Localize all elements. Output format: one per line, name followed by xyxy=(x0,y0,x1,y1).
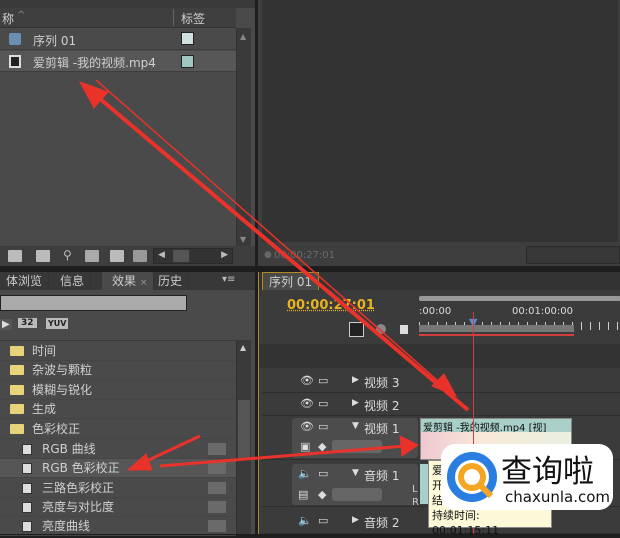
arrow-to-clip xyxy=(159,444,406,468)
arrow-head xyxy=(431,373,458,398)
arrow-head xyxy=(126,453,153,471)
arrow-to-timeline xyxy=(95,79,447,389)
arrow-to-project-clip xyxy=(90,90,470,412)
annotation-arrows xyxy=(78,79,470,471)
arrow-to-rgb-effect xyxy=(139,434,201,466)
arrow-head xyxy=(399,435,419,457)
